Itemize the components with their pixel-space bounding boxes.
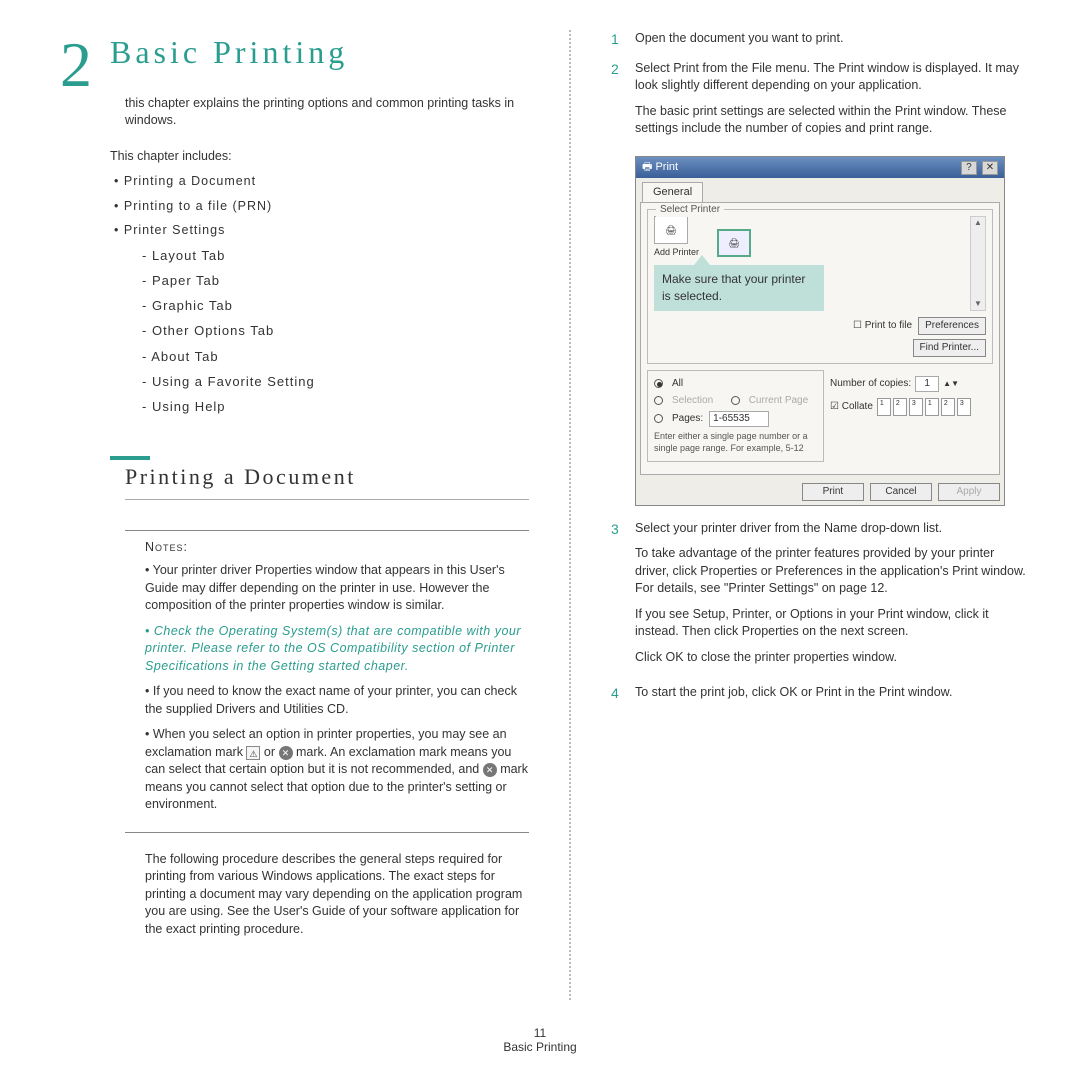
section-rule	[110, 456, 150, 460]
note-item: When you select an option in printer pro…	[145, 726, 529, 814]
chapter-number: 2	[60, 20, 92, 110]
step-number: 4	[611, 684, 625, 704]
add-printer-button[interactable]: 🖨 Add Printer	[654, 216, 699, 259]
notes-divider	[125, 530, 529, 531]
pages-input[interactable]: 1-65535	[709, 411, 769, 427]
footer-title: Basic Printing	[0, 1040, 1080, 1054]
cancel-button[interactable]: Cancel	[870, 483, 932, 501]
pages-hint: Enter either a single page number or a s…	[654, 430, 817, 455]
notes-label: Notes:	[145, 539, 529, 557]
chapter-title: Basic Printing	[110, 30, 529, 75]
apply-button[interactable]: Apply	[938, 483, 1000, 501]
copies-label: Number of copies:	[830, 377, 911, 391]
step-text: To take advantage of the printer feature…	[635, 545, 1030, 598]
print-button[interactable]: Print	[802, 483, 864, 501]
close-button[interactable]: ✕	[982, 161, 998, 175]
note-item: If you need to know the exact name of yo…	[145, 683, 529, 718]
procedure-intro: The following procedure describes the ge…	[145, 851, 529, 939]
print-to-file-checkbox[interactable]: ☐ Print to file	[853, 320, 912, 331]
toc-subitem: Using Help	[142, 398, 529, 416]
toc-subitem: Layout Tab	[142, 247, 529, 265]
section-title: Printing a Document	[125, 462, 529, 500]
select-printer-label: Select Printer	[656, 203, 724, 217]
preferences-button[interactable]: Preferences	[918, 317, 986, 335]
radio-all[interactable]	[654, 379, 663, 388]
print-dialog: 🖶 Print ? ✕ General Select Printer 🖨	[635, 156, 1005, 506]
includes-label: This chapter includes:	[110, 148, 529, 166]
warning-icon: ⚠	[246, 746, 260, 760]
blocked-icon: ✕	[279, 746, 293, 760]
collate-checkbox[interactable]: ☑ Collate	[830, 400, 873, 414]
toc-subitem: Paper Tab	[142, 272, 529, 290]
step-text: Select Print from the File menu. The Pri…	[635, 60, 1030, 95]
toc-subitem: Graphic Tab	[142, 297, 529, 315]
step-text: If you see Setup, Printer, or Options in…	[635, 606, 1030, 641]
toc-subitem: Other Options Tab	[142, 322, 529, 340]
notes-divider	[125, 832, 529, 833]
toc-list: Printing a Document Printing to a file (…	[114, 173, 529, 416]
page-number: 11	[0, 1026, 1080, 1040]
radio-current-page[interactable]	[731, 396, 740, 405]
step-text: Click OK to close the printer properties…	[635, 649, 1030, 667]
blocked-icon: ✕	[483, 763, 497, 777]
dialog-titlebar: 🖶 Print ? ✕	[636, 157, 1004, 178]
dialog-title: Print	[655, 161, 678, 173]
help-button[interactable]: ?	[961, 161, 977, 175]
toc-subitem: Using a Favorite Setting	[142, 373, 529, 391]
notes-list: Your printer driver Properties window th…	[145, 562, 529, 814]
radio-selection[interactable]	[654, 396, 663, 405]
chapter-intro: this chapter explains the printing optio…	[125, 95, 529, 130]
note-item: Your printer driver Properties window th…	[145, 562, 529, 615]
step-text: Open the document you want to print.	[635, 30, 1030, 50]
collate-icon: 123 123	[877, 398, 971, 416]
toc-item: Printer Settings	[114, 222, 529, 240]
radio-pages[interactable]	[654, 414, 663, 423]
step-number: 2	[611, 60, 625, 146]
toc-subitem: About Tab	[142, 348, 529, 366]
step-text: To start the print job, click OK or Prin…	[635, 684, 1030, 704]
find-printer-button[interactable]: Find Printer...	[913, 339, 986, 357]
step-text: The basic print settings are selected wi…	[635, 103, 1030, 138]
step-number: 1	[611, 30, 625, 50]
selection-callout: Make sure that your printer is selected.	[654, 265, 824, 311]
scrollbar[interactable]: ▲▼	[970, 216, 986, 310]
step-text: Select your printer driver from the Name…	[635, 520, 1030, 538]
copies-input[interactable]: 1	[915, 376, 939, 392]
tab-general[interactable]: General	[642, 182, 703, 202]
note-item-compat: Check the Operating System(s) that are c…	[145, 623, 529, 676]
step-number: 3	[611, 520, 625, 675]
toc-item: Printing a Document	[114, 173, 529, 191]
column-divider	[569, 30, 571, 1000]
selected-printer-icon[interactable]: 🖨	[717, 229, 751, 259]
toc-item: Printing to a file (PRN)	[114, 198, 529, 216]
